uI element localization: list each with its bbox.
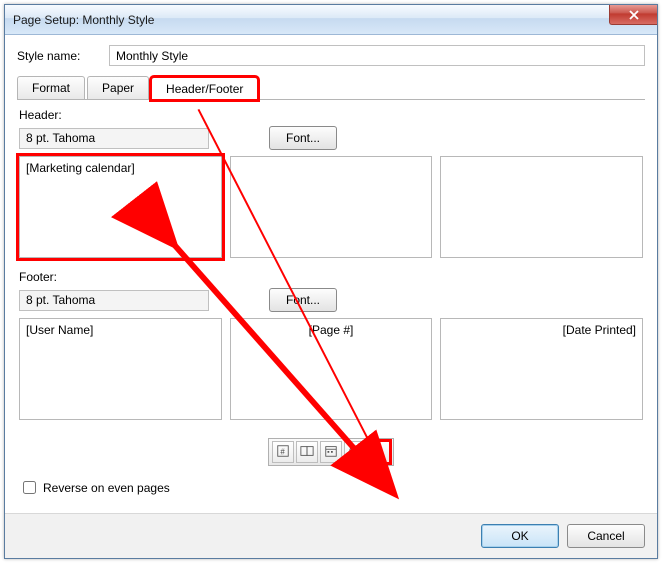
insert-date-button[interactable] — [320, 441, 342, 463]
window-title: Page Setup: Monthly Style — [13, 13, 154, 27]
time-icon — [348, 444, 362, 461]
page-setup-dialog: Page Setup: Monthly Style Style name: Fo… — [4, 4, 658, 559]
style-name-row: Style name: — [17, 45, 645, 66]
footer-boxes — [19, 318, 643, 420]
ok-button[interactable]: OK — [481, 524, 559, 548]
header-boxes — [19, 156, 643, 258]
insert-toolbar-row: # — [19, 438, 643, 466]
header-font-button[interactable]: Font... — [269, 126, 337, 150]
header-font-row: 8 pt. Tahoma Font... — [19, 126, 643, 150]
style-name-input[interactable] — [109, 45, 645, 66]
insert-toolbar: # — [268, 438, 394, 466]
tab-format[interactable]: Format — [17, 76, 85, 99]
footer-font-display: 8 pt. Tahoma — [19, 290, 209, 311]
dialog-content: Style name: Format Paper Header/Footer H… — [5, 35, 657, 513]
titlebar: Page Setup: Monthly Style — [5, 5, 657, 35]
footer-left-input[interactable] — [19, 318, 222, 420]
tab-panel-header-footer: Header: 8 pt. Tahoma Font... Footer: 8 p… — [17, 100, 645, 503]
reverse-even-pages-label: Reverse on even pages — [43, 481, 170, 495]
date-icon — [324, 444, 338, 461]
footer-font-row: 8 pt. Tahoma Font... — [19, 288, 643, 312]
style-name-label: Style name: — [17, 49, 109, 63]
tab-paper[interactable]: Paper — [87, 76, 149, 99]
reverse-even-pages-checkbox[interactable] — [23, 481, 36, 494]
insert-page-number-button[interactable]: # — [272, 441, 294, 463]
cancel-button[interactable]: Cancel — [567, 524, 645, 548]
insert-total-pages-button[interactable] — [296, 441, 318, 463]
svg-text:#: # — [280, 447, 285, 456]
page-number-icon: # — [276, 444, 290, 461]
reverse-pages-row: Reverse on even pages — [19, 478, 643, 497]
total-pages-icon — [300, 444, 314, 461]
header-font-display: 8 pt. Tahoma — [19, 128, 209, 149]
header-left-input[interactable] — [19, 156, 222, 258]
tab-bar: Format Paper Header/Footer — [17, 76, 645, 100]
footer-right-input[interactable] — [440, 318, 643, 420]
user-icon — [372, 444, 386, 461]
insert-user-button[interactable] — [368, 441, 390, 463]
footer-center-input[interactable] — [230, 318, 433, 420]
header-center-input[interactable] — [230, 156, 433, 258]
footer-section-label: Footer: — [19, 270, 643, 284]
header-section-label: Header: — [19, 108, 643, 122]
dialog-button-bar: OK Cancel — [5, 513, 657, 558]
header-right-input[interactable] — [440, 156, 643, 258]
insert-time-button[interactable] — [344, 441, 366, 463]
footer-font-button[interactable]: Font... — [269, 288, 337, 312]
tab-header-footer[interactable]: Header/Footer — [151, 77, 258, 100]
close-button[interactable] — [609, 5, 657, 25]
titlebar-buttons — [610, 5, 657, 25]
